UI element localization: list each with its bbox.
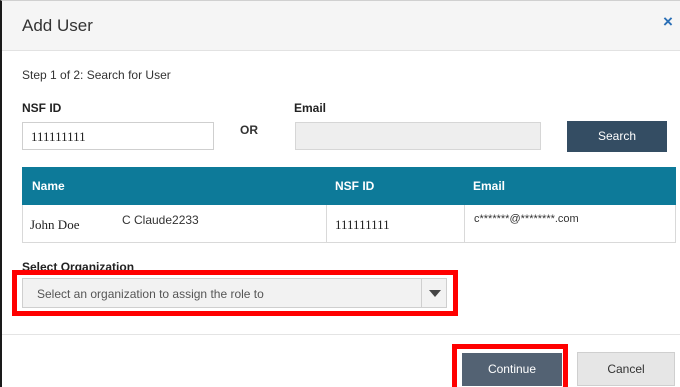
footer-divider bbox=[2, 334, 680, 335]
table-header: Name NSF ID Email bbox=[22, 167, 676, 205]
cell-name: John Doe C Claude2233 bbox=[23, 205, 327, 242]
step-indicator: Step 1 of 2: Search for User bbox=[22, 68, 171, 82]
organization-select-placeholder: Select an organization to assign the rol… bbox=[37, 287, 264, 301]
user-full-name: John Doe bbox=[30, 217, 80, 232]
user-nsf-id: 111111111 bbox=[335, 217, 390, 232]
select-organization-label: Select Organization bbox=[22, 260, 135, 274]
email-label: Email bbox=[294, 101, 327, 115]
cancel-button[interactable]: Cancel bbox=[577, 352, 675, 386]
caret-down-icon[interactable] bbox=[421, 279, 447, 307]
results-table: Name NSF ID Email John Doe C Claude2233 … bbox=[22, 167, 676, 243]
cell-nsf-id: 111111111 bbox=[327, 205, 465, 242]
user-email: c*******@********.com bbox=[474, 213, 579, 225]
nsf-id-input[interactable]: 111111111 bbox=[22, 122, 214, 150]
or-separator: OR bbox=[240, 123, 258, 137]
continue-button[interactable]: Continue bbox=[462, 353, 562, 386]
user-name-alt: C Claude2233 bbox=[122, 213, 199, 227]
dialog-title: Add User bbox=[22, 16, 93, 35]
column-header-nsf-id: NSF ID bbox=[335, 179, 375, 193]
nsf-id-label: NSF ID bbox=[22, 101, 62, 115]
close-icon[interactable]: × bbox=[663, 13, 673, 30]
cell-email: c*******@********.com bbox=[465, 205, 675, 242]
column-header-name: Name bbox=[32, 179, 65, 193]
column-header-email: Email bbox=[473, 179, 506, 193]
organization-select[interactable]: Select an organization to assign the rol… bbox=[22, 278, 447, 308]
dialog-header: Add User × bbox=[2, 1, 680, 51]
table-row[interactable]: John Doe C Claude2233 111111111 c*******… bbox=[22, 205, 676, 243]
search-button[interactable]: Search bbox=[567, 121, 667, 152]
add-user-dialog: Add User × Step 1 of 2: Search for User … bbox=[0, 0, 680, 387]
email-input[interactable] bbox=[295, 122, 541, 150]
